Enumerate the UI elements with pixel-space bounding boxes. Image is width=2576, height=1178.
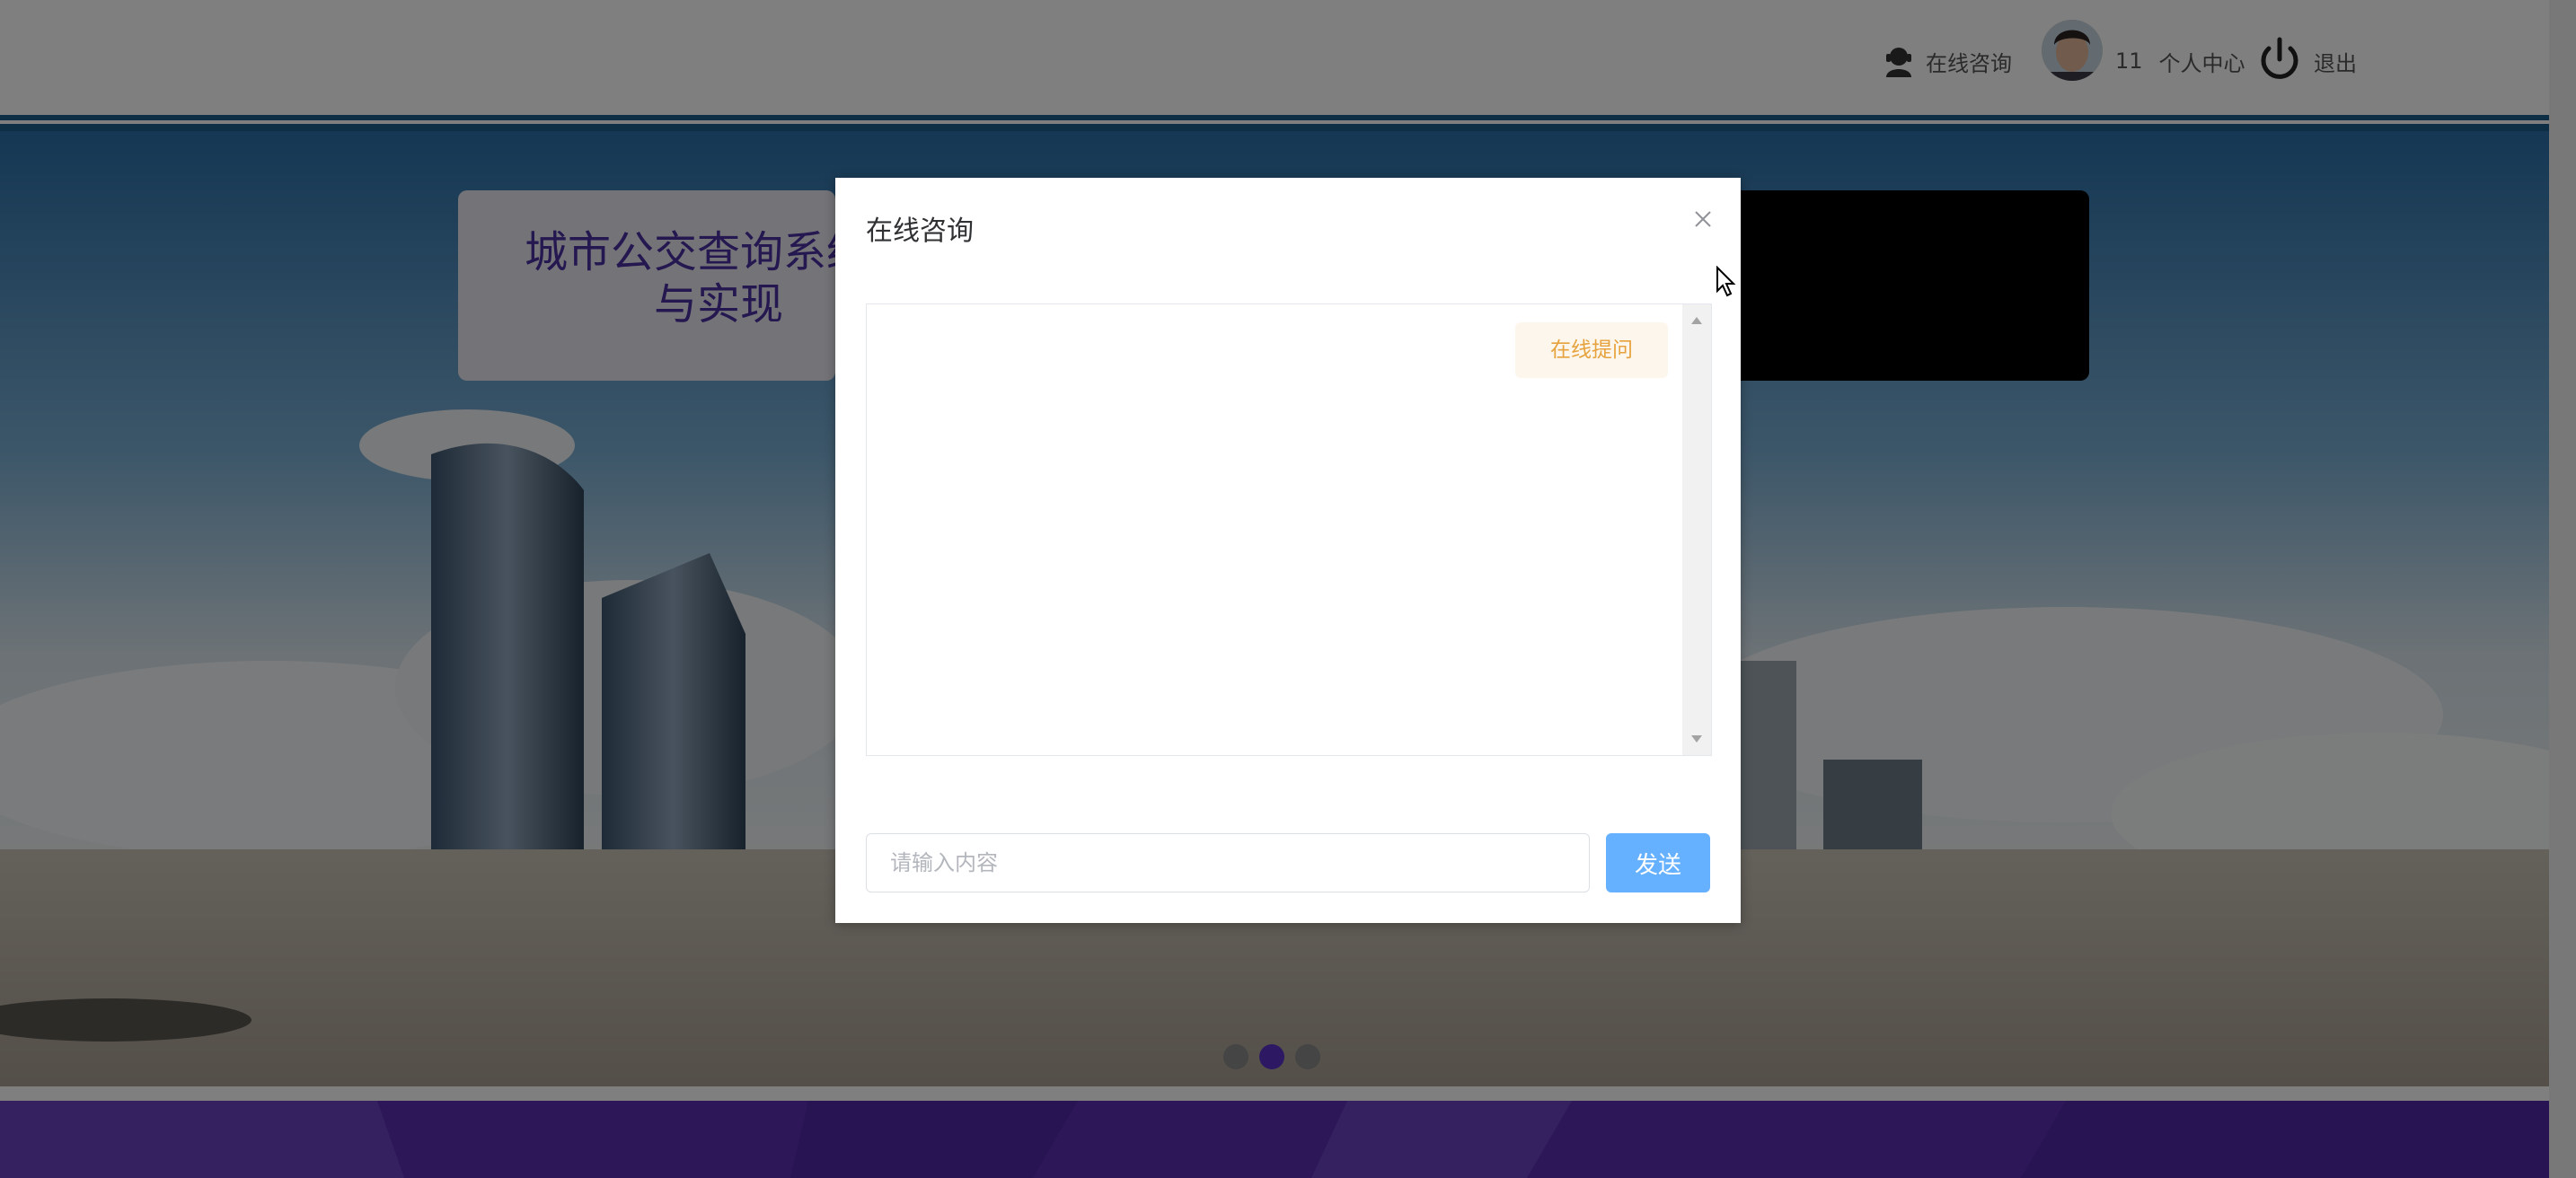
close-button[interactable]: [1689, 205, 1717, 233]
close-icon: [1695, 211, 1711, 227]
send-button[interactable]: 发送: [1606, 833, 1710, 892]
dialog-title: 在线咨询: [866, 215, 974, 247]
scroll-up-arrow-icon: [1691, 317, 1702, 324]
online-consult-dialog: 在线咨询 在线提问 发送: [835, 178, 1741, 923]
scroll-down-arrow-icon: [1691, 735, 1702, 743]
chat-scrollbar[interactable]: [1682, 304, 1711, 755]
mouse-cursor-icon: [1716, 265, 1737, 302]
chat-message-bubble: 在线提问: [1515, 322, 1668, 378]
chat-history[interactable]: 在线提问: [866, 303, 1712, 756]
message-input[interactable]: [866, 833, 1590, 892]
